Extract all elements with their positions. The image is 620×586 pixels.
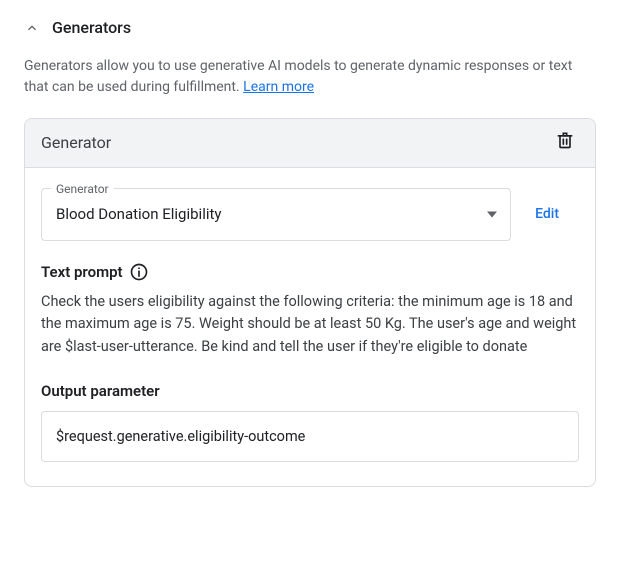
generator-select-value: Blood Donation Eligibility xyxy=(56,203,222,226)
output-parameter-label: Output parameter xyxy=(41,380,579,403)
generator-select-row: Generator Blood Donation Eligibility Edi… xyxy=(41,188,579,241)
generator-floating-label: Generator xyxy=(51,180,114,198)
output-label-text: Output parameter xyxy=(41,380,160,403)
section-header: Generators xyxy=(24,16,596,40)
output-parameter-input[interactable] xyxy=(41,411,579,462)
learn-more-link[interactable]: Learn more xyxy=(243,79,314,95)
card-header: Generator xyxy=(25,119,595,168)
info-icon[interactable] xyxy=(129,262,149,282)
section-title: Generators xyxy=(52,16,131,40)
trash-icon xyxy=(555,130,575,157)
chevron-up-icon[interactable] xyxy=(24,20,40,36)
edit-link[interactable]: Edit xyxy=(527,204,579,225)
text-prompt-label-row: Text prompt xyxy=(41,261,579,284)
text-prompt-label: Text prompt xyxy=(41,261,123,284)
text-prompt-body: Check the users eligibility against the … xyxy=(41,291,579,358)
card-body: Generator Blood Donation Eligibility Edi… xyxy=(25,168,595,486)
generator-card: Generator Generator Blood Donation Eligi… xyxy=(24,118,596,487)
section-description: Generators allow you to use generative A… xyxy=(24,56,596,98)
delete-button[interactable] xyxy=(551,129,579,157)
card-header-title: Generator xyxy=(41,131,111,155)
generator-select-wrap: Generator Blood Donation Eligibility xyxy=(41,188,511,241)
